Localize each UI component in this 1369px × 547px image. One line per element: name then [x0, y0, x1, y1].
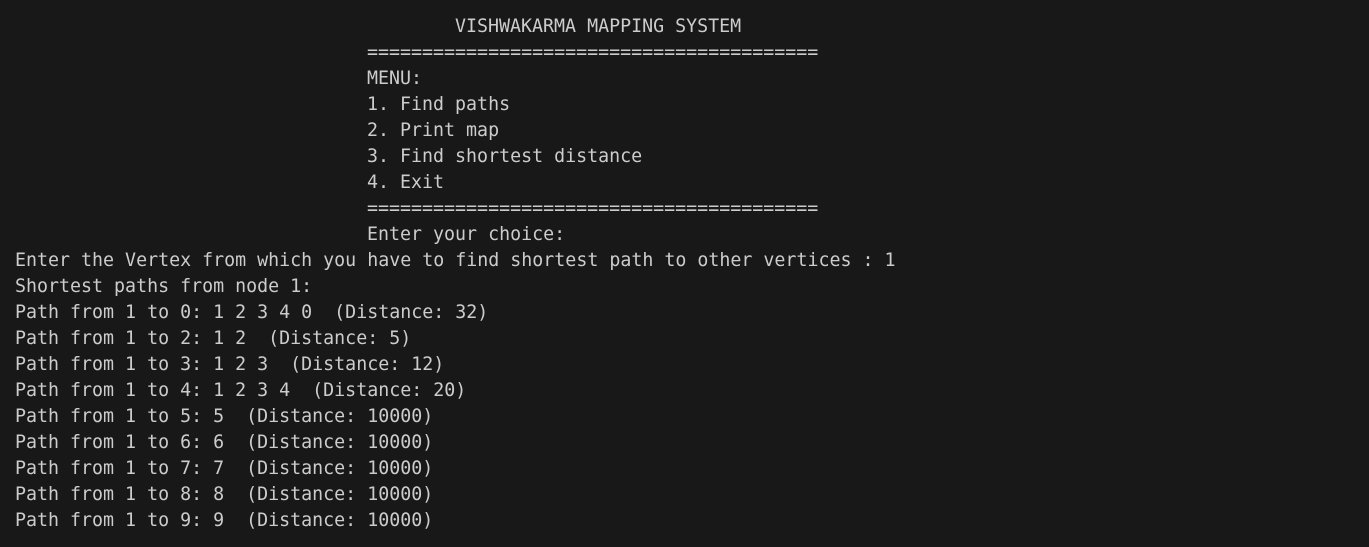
path-line: Path from 1 to 9: 9 (Distance: 10000) [15, 510, 434, 531]
path-line: Path from 1 to 5: 5 (Distance: 10000) [15, 406, 434, 427]
menu-item-exit: 4. Exit [367, 172, 445, 193]
path-line: Path from 1 to 0: 1 2 3 4 0 (Distance: 3… [15, 302, 489, 323]
path-line: Path from 1 to 6: 6 (Distance: 10000) [15, 432, 434, 453]
path-line: Path from 1 to 8: 8 (Distance: 10000) [15, 484, 434, 505]
menu-title: VISHWAKARMA MAPPING SYSTEM [455, 16, 742, 37]
menu-separator-bottom: ========================================… [367, 198, 819, 219]
menu-heading: MENU: [367, 68, 423, 89]
path-line: Path from 1 to 2: 1 2 (Distance: 5) [15, 328, 412, 349]
choice-prompt: Enter your choice: [367, 224, 566, 245]
menu-item-print-map: 2. Print map [367, 120, 500, 141]
shortest-paths-header: Shortest paths from node 1: [15, 276, 313, 297]
path-line: Path from 1 to 4: 1 2 3 4 (Distance: 20) [15, 380, 467, 401]
menu-item-find-paths: 1. Find paths [367, 94, 511, 115]
path-line: Path from 1 to 7: 7 (Distance: 10000) [15, 458, 434, 479]
menu-item-find-shortest-distance: 3. Find shortest distance [367, 146, 643, 167]
menu-separator-top: ========================================… [367, 42, 819, 63]
terminal-window[interactable]: VISHWAKARMA MAPPING SYSTEM =============… [0, 0, 1369, 547]
vertex-prompt: Enter the Vertex from which you have to … [15, 250, 896, 271]
path-line: Path from 1 to 3: 1 2 3 (Distance: 12) [15, 354, 445, 375]
